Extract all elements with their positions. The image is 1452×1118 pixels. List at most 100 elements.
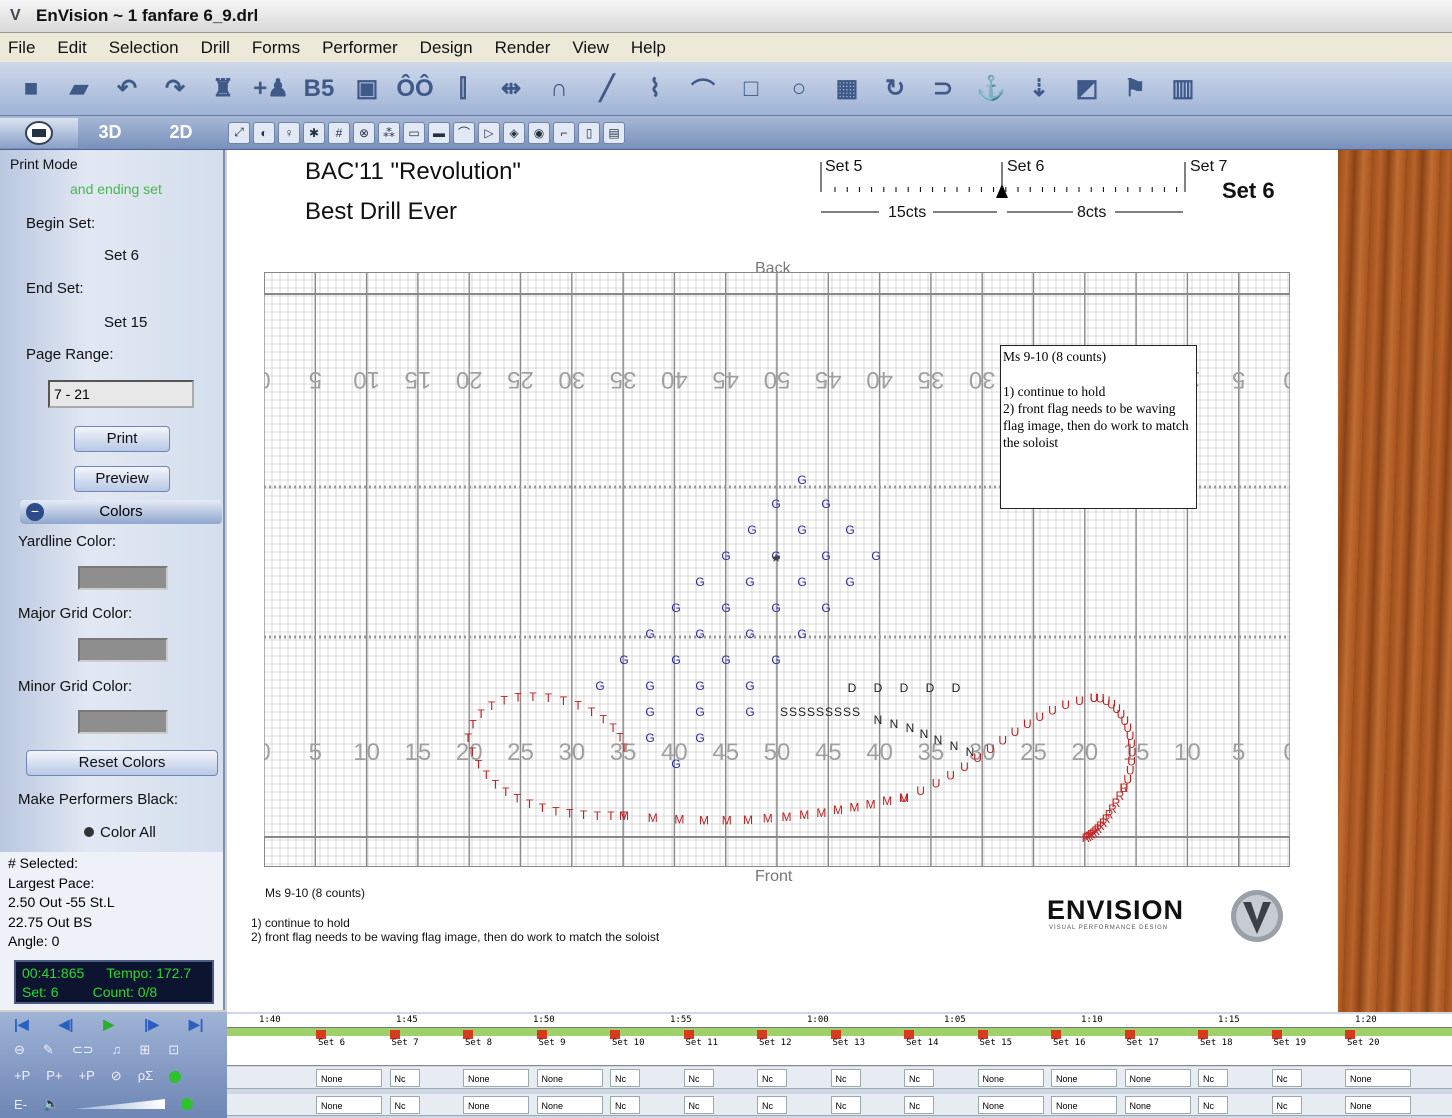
redo-icon[interactable]: ↷: [156, 70, 194, 108]
step-forward-icon[interactable]: |▶: [144, 1016, 159, 1033]
link-icon[interactable]: ⊂⊃: [72, 1042, 94, 1058]
set-marker[interactable]: Set 6: [318, 1038, 345, 1048]
transition-select[interactable]: None: [536, 1096, 603, 1114]
transition-select[interactable]: Nc: [904, 1096, 934, 1114]
set-marker[interactable]: Set 16: [1053, 1038, 1086, 1048]
grid-icon[interactable]: ⊞: [139, 1042, 150, 1058]
label-icon[interactable]: ▬: [428, 121, 450, 144]
transition-select[interactable]: None: [1051, 1069, 1117, 1087]
colors-section-header[interactable]: − Colors: [20, 500, 222, 524]
set-marker[interactable]: Set 13: [833, 1038, 866, 1048]
rewind-icon[interactable]: |◀: [14, 1016, 29, 1033]
transition-select[interactable]: Nc: [1198, 1096, 1228, 1114]
headphone-icon[interactable]: ∩: [540, 70, 578, 108]
set-marker[interactable]: Set 17: [1127, 1038, 1160, 1048]
no-icon[interactable]: ⊘: [111, 1068, 122, 1084]
grid-toggle-icon[interactable]: #: [328, 121, 350, 144]
menu-forms[interactable]: Forms: [252, 38, 300, 58]
set-marker[interactable]: Set 18: [1200, 1038, 1233, 1048]
path-tool-icon[interactable]: ⌒: [453, 121, 475, 144]
open-folder-icon[interactable]: ▰: [60, 70, 98, 108]
shape-icon[interactable]: ▷: [478, 121, 500, 144]
path-icon[interactable]: ⊃: [924, 70, 962, 108]
reset-colors-button[interactable]: Reset Colors: [26, 750, 218, 776]
transition-select[interactable]: Nc: [389, 1069, 420, 1087]
add-performer-icon[interactable]: +♟: [252, 70, 290, 108]
tab-3d[interactable]: 3D: [78, 118, 142, 148]
insert-icon[interactable]: P+: [46, 1068, 62, 1084]
stop-icon[interactable]: ■: [12, 70, 50, 108]
play-icon[interactable]: ▶: [103, 1016, 114, 1033]
transition-select[interactable]: None: [463, 1096, 529, 1114]
major-grid-color-swatch[interactable]: [78, 638, 168, 662]
arc-icon[interactable]: ⌒: [684, 70, 722, 108]
set-marker[interactable]: Set 14: [906, 1038, 939, 1048]
set-marker[interactable]: Set 20: [1347, 1038, 1380, 1048]
book-icon[interactable]: ▥: [1164, 70, 1202, 108]
camera-icon[interactable]: ◐: [253, 121, 275, 144]
transition-select[interactable]: None: [1124, 1096, 1191, 1114]
color-all-radio[interactable]: Color All: [84, 824, 156, 841]
transition-select[interactable]: Nc: [830, 1069, 861, 1087]
sync-icon[interactable]: ρΣ: [138, 1068, 153, 1084]
badge-icon[interactable]: B5: [300, 70, 338, 108]
transition-select[interactable]: Nc: [830, 1096, 861, 1114]
transition-select[interactable]: Nc: [757, 1069, 787, 1087]
undo-icon[interactable]: ↶: [108, 70, 146, 108]
transition-select[interactable]: None: [977, 1069, 1044, 1087]
transition-select[interactable]: None: [463, 1069, 529, 1087]
curve-icon[interactable]: ⌇: [636, 70, 674, 108]
performer-icon[interactable]: ♜: [204, 70, 242, 108]
menu-help[interactable]: Help: [631, 38, 666, 58]
page-icon[interactable]: ▯: [578, 121, 600, 144]
line-tools-icon[interactable]: ⫿: [444, 70, 482, 108]
annotation-box[interactable]: Ms 9-10 (8 counts) 1) continue to hold 2…: [1000, 345, 1197, 509]
film-icon[interactable]: ▭: [403, 121, 425, 144]
transition-select[interactable]: None: [977, 1096, 1044, 1114]
transition-select[interactable]: None: [536, 1069, 603, 1087]
key-icon[interactable]: ⌐: [553, 121, 575, 144]
rectangle-icon[interactable]: □: [732, 70, 770, 108]
props-icon[interactable]: ▣: [348, 70, 386, 108]
anchor-icon[interactable]: ⚓: [972, 70, 1010, 108]
preview-button[interactable]: Preview: [74, 466, 170, 492]
set-marker[interactable]: Set 8: [465, 1038, 492, 1048]
transition-select[interactable]: Nc: [1271, 1069, 1302, 1087]
line-icon[interactable]: ╱: [588, 70, 626, 108]
zoom-out-icon[interactable]: ⊖: [14, 1042, 25, 1058]
step-back-icon[interactable]: ◀|: [59, 1016, 74, 1033]
pen-icon[interactable]: ✎: [43, 1042, 54, 1058]
zoom-icon[interactable]: ⤢: [228, 121, 250, 144]
forward-end-icon[interactable]: ▶|: [189, 1016, 204, 1033]
transition-select[interactable]: Nc: [1271, 1096, 1302, 1114]
edit-icon[interactable]: E-: [14, 1097, 27, 1112]
flag-icon[interactable]: ⚑: [1116, 70, 1154, 108]
end-set-value[interactable]: Set 15: [104, 314, 147, 331]
menu-selection[interactable]: Selection: [109, 38, 179, 58]
select-icon[interactable]: ✱: [303, 121, 325, 144]
transition-select[interactable]: Nc: [683, 1069, 714, 1087]
set-marker[interactable]: Set 12: [759, 1038, 792, 1048]
begin-set-value[interactable]: Set 6: [104, 247, 139, 264]
transition-select[interactable]: Nc: [610, 1096, 640, 1114]
circle-icon[interactable]: ○: [780, 70, 818, 108]
menu-design[interactable]: Design: [420, 38, 473, 58]
menu-performer[interactable]: Performer: [322, 38, 398, 58]
follow-icon[interactable]: ↻: [876, 70, 914, 108]
menu-render[interactable]: Render: [495, 38, 551, 58]
page-range-input[interactable]: [48, 380, 194, 408]
set-marker[interactable]: Set 19: [1274, 1038, 1307, 1048]
tab-2d[interactable]: 2D: [142, 118, 220, 148]
transition-select[interactable]: None: [1051, 1096, 1117, 1114]
set-marker[interactable]: Set 9: [539, 1038, 566, 1048]
menu-file[interactable]: File: [8, 38, 35, 58]
speaker-icon[interactable]: 🔈: [43, 1096, 59, 1112]
menu-view[interactable]: View: [572, 38, 609, 58]
transition-select[interactable]: Nc: [389, 1096, 420, 1114]
eye-icon[interactable]: ◈: [503, 121, 525, 144]
scatter-icon[interactable]: ⁂: [378, 121, 400, 144]
set-marker[interactable]: Set 10: [612, 1038, 645, 1048]
set-marker[interactable]: Set 11: [686, 1038, 719, 1048]
transition-select[interactable]: None: [1345, 1069, 1411, 1087]
minor-grid-color-swatch[interactable]: [78, 710, 168, 734]
